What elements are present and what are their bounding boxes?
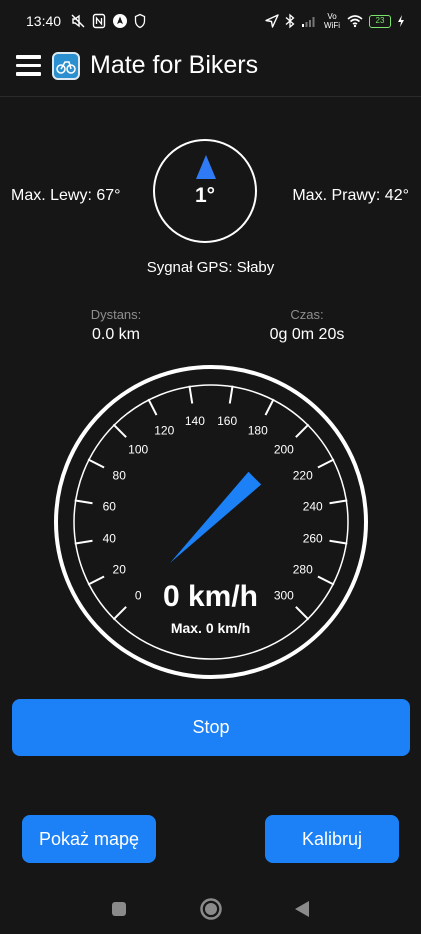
charging-icon bbox=[398, 15, 404, 27]
battery-level: 23 bbox=[369, 14, 391, 28]
motorbike-logo-icon bbox=[56, 61, 76, 74]
gauge-scale-label: 280 bbox=[293, 562, 313, 576]
gauge-scale-label: 120 bbox=[154, 424, 174, 438]
navigation-app-icon bbox=[113, 14, 127, 28]
app-bar: Mate for Bikers bbox=[0, 44, 421, 97]
gauge-tick bbox=[87, 458, 105, 469]
max-left-lean: Max. Lewy: 67° bbox=[11, 187, 121, 204]
mute-icon bbox=[71, 14, 85, 28]
status-time: 13:40 bbox=[26, 13, 62, 29]
gauge-tick bbox=[74, 499, 93, 505]
gauge-scale-label: 100 bbox=[128, 443, 148, 457]
gauge-tick bbox=[188, 385, 194, 404]
speed-needle bbox=[169, 471, 262, 564]
lean-angle-indicator: 1° bbox=[153, 139, 257, 243]
home-button[interactable] bbox=[199, 897, 223, 921]
gauge-scale-label: 220 bbox=[293, 469, 313, 483]
gauge-scale-label: 180 bbox=[248, 424, 268, 438]
gauge-scale-label: 140 bbox=[185, 414, 205, 428]
nfc-icon bbox=[92, 13, 106, 29]
gauge-scale-label: 160 bbox=[217, 414, 237, 428]
location-icon bbox=[265, 14, 279, 28]
status-bar: 13:40 Vo WiFi 23 bbox=[0, 0, 421, 44]
max-speed: Max. 0 km/h bbox=[170, 620, 251, 636]
time-label: Czas: bbox=[290, 307, 324, 322]
current-speed: 0 km/h bbox=[162, 580, 259, 613]
gauge-tick bbox=[264, 398, 275, 416]
distance-label: Dystans: bbox=[90, 307, 142, 322]
max-right-lean: Max. Prawy: 42° bbox=[292, 187, 409, 204]
gauge-scale-label: 260 bbox=[303, 532, 323, 546]
gauge-scale-label: 80 bbox=[113, 469, 127, 483]
gauge-scale-label: 200 bbox=[274, 443, 294, 457]
gauge-scale-label: 60 bbox=[103, 499, 117, 513]
gauge-scale-label: 40 bbox=[103, 532, 117, 546]
back-button[interactable] bbox=[294, 900, 310, 918]
signal-icon bbox=[302, 17, 315, 27]
status-left-icons bbox=[70, 12, 146, 30]
stop-button[interactable]: Stop bbox=[12, 699, 410, 756]
lean-angle-value: 1° bbox=[194, 184, 216, 207]
distance-value: 0.0 km bbox=[91, 326, 140, 343]
app-logo-icon bbox=[52, 52, 80, 80]
vowifi-label: Vo WiFi bbox=[324, 12, 340, 30]
bluetooth-icon bbox=[285, 13, 295, 29]
time-value: 0g 0m 20s bbox=[269, 326, 345, 343]
gauge-scale-labels: 020406080100120140 1601802002202402602803… bbox=[103, 414, 323, 603]
gauge-scale-label: 240 bbox=[303, 499, 323, 513]
wifi-icon bbox=[347, 15, 363, 28]
gauge-tick bbox=[329, 539, 348, 545]
secure-icon bbox=[134, 13, 146, 29]
gauge-scale-label: 20 bbox=[113, 562, 127, 576]
app-title: Mate for Bikers bbox=[90, 51, 259, 79]
gauge-tick bbox=[317, 458, 335, 469]
gauge-tick bbox=[228, 385, 234, 404]
recent-apps-button[interactable] bbox=[111, 901, 127, 917]
show-map-button[interactable]: Pokaż mapę bbox=[22, 815, 156, 863]
gps-signal-status: Sygnał GPS: Słaby bbox=[146, 259, 275, 276]
gauge-tick bbox=[295, 423, 310, 438]
gauge-tick bbox=[329, 499, 348, 505]
gauge-tick bbox=[74, 539, 93, 545]
calibrate-button[interactable]: Kalibruj bbox=[265, 815, 399, 863]
status-right-icons: Vo WiFi 23 bbox=[265, 12, 405, 30]
gauge-tick bbox=[147, 398, 158, 416]
gauge-tick bbox=[112, 423, 127, 438]
battery-icon: 23 bbox=[369, 14, 391, 28]
lean-arrow-icon bbox=[196, 155, 216, 179]
hamburger-menu-icon[interactable] bbox=[16, 55, 41, 77]
